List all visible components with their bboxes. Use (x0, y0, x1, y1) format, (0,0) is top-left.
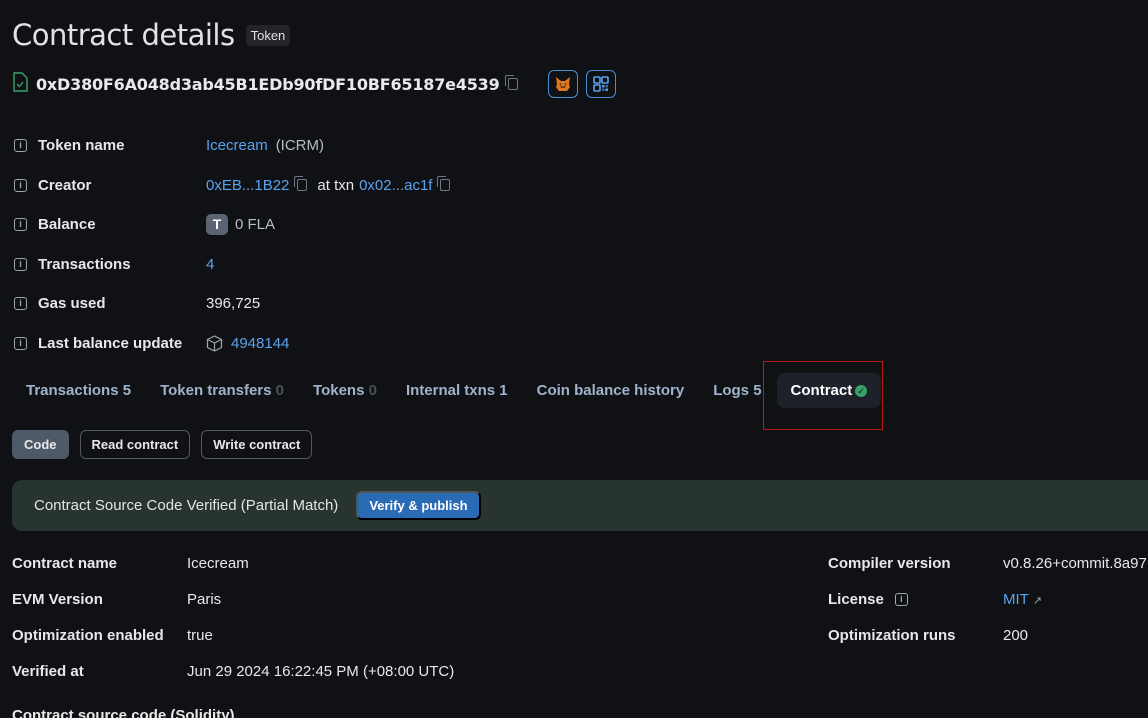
license-value: MIT (1003, 590, 1029, 608)
verified-at-value: Jun 29 2024 16:22:45 PM (+08:00 UTC) (187, 662, 455, 680)
write-contract-button[interactable]: Write contract (201, 430, 313, 459)
tab-count: 1 (499, 381, 508, 399)
info-icon[interactable]: i (14, 218, 27, 232)
compiler-version-value: v0.8.26+commit.8a97 (1003, 554, 1147, 572)
tab-label: Coin balance history (536, 381, 685, 399)
token-type-badge: Token (245, 24, 291, 46)
meta-label: License (828, 590, 884, 608)
tab-count: 0 (275, 381, 285, 399)
detail-row-balance: i Balance T 0 FLA (14, 205, 450, 245)
meta-row: License i MIT ↗ (828, 581, 1147, 617)
optimization-runs-value: 200 (1003, 626, 1029, 644)
meta-row: Contract name Icecream (12, 545, 454, 581)
address-row: 0xD380F6A048d3ab45B1EDb90fDF10BF65187e45… (12, 70, 616, 98)
verify-publish-button[interactable]: Verify & publish (356, 491, 481, 520)
metamask-fox-icon (555, 77, 570, 91)
contract-meta-right: Compiler version v0.8.26+commit.8a97 Lice… (828, 545, 1147, 653)
tab-count: 5 (122, 381, 132, 399)
code-button[interactable]: Code (12, 430, 69, 459)
copy-address-icon[interactable] (504, 75, 518, 90)
qr-code-button[interactable] (585, 70, 616, 98)
annotation-highlight-box (763, 361, 883, 430)
tab-label: Transactions (26, 381, 119, 399)
tab-coin-balance-history[interactable]: Coin balance history (523, 373, 699, 408)
info-icon[interactable]: i (14, 297, 27, 311)
meta-row: Verified at Jun 29 2024 16:22:45 PM (+08:… (12, 653, 454, 689)
meta-row: Optimization enabled true (12, 617, 454, 653)
at-txn-label: at txn (317, 176, 355, 194)
contract-meta-left: Contract name Icecream EVM Version Paris O… (12, 545, 454, 689)
token-name-link[interactable]: Icecream (206, 137, 268, 154)
contract-details-list: i Token name Icecream (ICRM) i Creator 0… (14, 126, 451, 364)
optimization-enabled-value: true (187, 626, 213, 644)
balance-value: 0 FLA (235, 216, 276, 234)
detail-row-transactions: i Transactions 4 (14, 245, 450, 285)
contract-details-page: Contract details Token 0xD380F6A048d3ab4… (0, 0, 1148, 718)
gas-used-value: 396,725 (206, 295, 261, 313)
detail-row-gas-used: i Gas used 396,725 (14, 284, 450, 324)
creator-address-link[interactable]: 0xEB...1B22 (206, 177, 289, 194)
detail-label: Gas used (38, 295, 106, 313)
meta-label: Optimization enabled (12, 626, 164, 644)
info-icon[interactable]: i (14, 336, 27, 350)
tab-internal-txns[interactable]: Internal txns 1 (392, 373, 522, 408)
tab-label: Internal txns (405, 381, 496, 399)
meta-label: Compiler version (828, 554, 951, 572)
contract-subtabs: Code Read contract Write contract (12, 430, 323, 459)
tab-label: Logs (713, 381, 750, 399)
token-symbol: (ICRM) (275, 137, 325, 155)
info-icon[interactable]: i (14, 139, 27, 153)
detail-label: Balance (38, 216, 96, 234)
license-info-icon[interactable]: i (894, 592, 908, 606)
detail-row-creator: i Creator 0xEB...1B22 at txn 0x02...ac1f (14, 166, 451, 206)
address-tabs: Transactions 5 Token transfers 0 Tokens … (12, 372, 882, 408)
detail-label: Last balance update (38, 334, 183, 352)
source-code-heading: Contract source code (Solidity) (12, 707, 235, 718)
copy-txn-icon[interactable] (437, 176, 451, 192)
meta-row: Compiler version v0.8.26+commit.8a97 (828, 545, 1147, 581)
evm-version-value: Paris (187, 590, 222, 608)
read-contract-button[interactable]: Read contract (79, 430, 191, 459)
transactions-count-link[interactable]: 4 (206, 256, 214, 273)
creation-txn-link[interactable]: 0x02...ac1f (359, 177, 432, 194)
verification-status-text: Contract Source Code Verified (Partial M… (34, 497, 339, 514)
title-row: Contract details Token (12, 18, 291, 52)
block-number-link[interactable]: 4948144 (231, 335, 289, 352)
block-icon (206, 335, 223, 352)
tab-count: 0 (368, 381, 377, 399)
qr-code-icon (592, 76, 609, 92)
meta-label: Verified at (12, 662, 84, 680)
token-avatar-icon: T (206, 214, 228, 236)
external-link-icon: ↗ (1032, 594, 1042, 607)
tab-label: Tokens (313, 381, 365, 399)
detail-row-token-name: i Token name Icecream (ICRM) (14, 126, 450, 166)
detail-label: Transactions (38, 255, 131, 273)
tab-token-transfers[interactable]: Token transfers 0 (146, 373, 298, 408)
meta-label: Optimization runs (828, 626, 956, 644)
tab-label: Token transfers (160, 381, 272, 399)
verification-banner: Contract Source Code Verified (Partial M… (12, 480, 1148, 531)
tab-transactions[interactable]: Transactions 5 (12, 373, 145, 408)
meta-label: EVM Version (12, 590, 103, 608)
contract-name-value: Icecream (187, 554, 249, 572)
contract-address[interactable]: 0xD380F6A048d3ab45B1EDb90fDF10BF65187e45… (36, 75, 500, 94)
copy-creator-icon[interactable] (294, 176, 308, 192)
metamask-add-token-button[interactable] (547, 70, 578, 98)
detail-label: Token name (38, 137, 125, 155)
detail-label: Creator (38, 176, 92, 194)
detail-row-last-balance-update: i Last balance update 4948144 (14, 324, 450, 364)
meta-row: Optimization runs 200 (828, 617, 1147, 653)
page-title: Contract details (12, 18, 235, 52)
verified-contract-icon (12, 71, 28, 97)
tab-count: 5 (753, 381, 762, 399)
meta-row: EVM Version Paris (12, 581, 454, 617)
info-icon[interactable]: i (14, 257, 27, 271)
info-icon[interactable]: i (14, 178, 27, 192)
tab-tokens[interactable]: Tokens 0 (299, 373, 391, 408)
meta-label: Contract name (12, 554, 118, 572)
license-link[interactable]: MIT ↗ (1003, 591, 1042, 608)
